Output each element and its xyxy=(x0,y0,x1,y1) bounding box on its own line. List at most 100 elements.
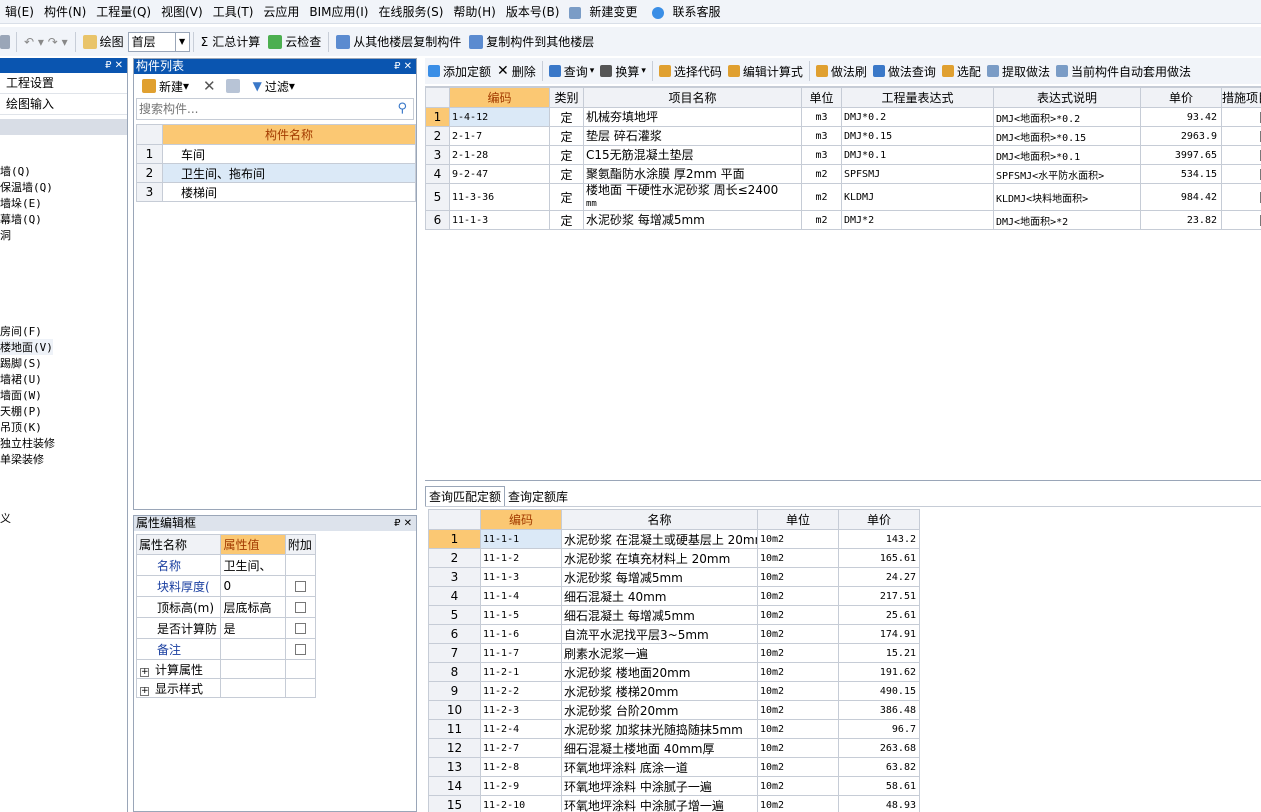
quota-expression[interactable]: KLDMJ xyxy=(841,183,994,211)
property-value[interactable]: 是 xyxy=(220,617,286,639)
method-brush-button[interactable]: 做法刷 xyxy=(813,63,870,80)
menu-item[interactable]: 版本号(B) xyxy=(501,3,565,20)
tree-item[interactable]: 保温墙(Q) xyxy=(0,179,53,195)
checkbox[interactable] xyxy=(294,623,306,634)
tree-item[interactable]: 天棚(P) xyxy=(0,403,42,419)
match-row[interactable]: 8 11-2-1 水泥砂浆 楼地面20mm 10m2 191.62 xyxy=(428,662,920,682)
menu-item[interactable]: 新建变更 xyxy=(564,3,647,20)
save-icon[interactable] xyxy=(0,34,10,49)
match-code[interactable]: 11-1-4 xyxy=(480,586,562,606)
cloud-check-button[interactable]: 云检查 xyxy=(264,33,325,50)
component-row[interactable]: 3 楼梯间 xyxy=(136,182,416,202)
match-code[interactable]: 11-1-7 xyxy=(480,643,562,663)
match-code[interactable]: 11-2-4 xyxy=(480,719,562,739)
match-name[interactable]: 细石混凝土 每增减5mm xyxy=(561,605,758,625)
match-name[interactable]: 细石混凝土楼地面 40mm厚 xyxy=(561,738,758,758)
property-value[interactable] xyxy=(220,638,286,660)
property-value[interactable]: 卫生间、 xyxy=(220,554,286,576)
quota-expression[interactable]: DMJ*0.15 xyxy=(841,126,994,146)
match-code[interactable]: 11-2-7 xyxy=(480,738,562,758)
property-row[interactable]: 顶标高(m) 层底标高 xyxy=(135,596,317,618)
menu-item[interactable]: 工具(T) xyxy=(208,3,259,20)
property-row[interactable]: 块料厚度(0 xyxy=(135,575,317,597)
match-code[interactable]: 11-2-2 xyxy=(480,681,562,701)
match-code[interactable]: 11-2-1 xyxy=(480,662,562,682)
match-row[interactable]: 2 11-1-2 水泥砂浆 在填充材料上 20mm 10m2 165.61 xyxy=(428,548,920,568)
match-row[interactable]: 10 11-2-3 水泥砂浆 台阶20mm 10m2 386.48 xyxy=(428,700,920,720)
expand-icon[interactable]: + xyxy=(140,686,149,696)
tree-item[interactable]: 墙(Q) xyxy=(0,163,31,179)
tree-item[interactable]: 墙面(W) xyxy=(0,387,42,403)
new-component-button[interactable]: 新建 ▾ xyxy=(138,78,193,95)
match-name[interactable]: 环氧地坪涂料 底涂一道 xyxy=(561,757,758,777)
tree-item[interactable]: 幕墙(Q) xyxy=(0,211,42,227)
quota-code[interactable]: 11-3-36 xyxy=(449,183,550,211)
match-name[interactable]: 细石混凝土 40mm xyxy=(561,586,758,606)
pin-close-icon[interactable]: ₽ ✕ xyxy=(394,59,412,74)
quota-expression[interactable]: DMJ*2 xyxy=(841,210,994,230)
match-name[interactable]: 环氧地坪涂料 中涂腻子一遍 xyxy=(561,776,758,796)
match-code[interactable]: 11-1-1 xyxy=(480,529,562,549)
component-search-input[interactable] xyxy=(137,99,377,119)
match-code[interactable]: 11-1-2 xyxy=(480,548,562,568)
convert-button[interactable]: 换算 ▾ xyxy=(597,63,649,80)
expand-icon[interactable]: + xyxy=(140,667,149,677)
tree-item[interactable]: 踢脚(S) xyxy=(0,355,42,371)
match-code[interactable]: 11-2-3 xyxy=(480,700,562,720)
match-row[interactable]: 12 11-2-7 细石混凝土楼地面 40mm厚 10m2 263.68 xyxy=(428,738,920,758)
auto-apply-button[interactable]: 当前构件自动套用做法 xyxy=(1053,63,1194,80)
floor-select[interactable]: 首层 ▼ xyxy=(127,31,190,52)
checkbox[interactable] xyxy=(294,602,306,613)
add-quota-button[interactable]: 添加定额 xyxy=(425,63,494,80)
quota-row[interactable]: 5 11-3-36 定楼地面 干硬性水泥砂浆 周长≤2400 mm m2 KLDMJ KLD… xyxy=(425,183,1261,211)
tree-item[interactable]: 洞 xyxy=(0,227,11,243)
match-name[interactable]: 水泥砂浆 加浆抹光随捣随抹5mm xyxy=(561,719,758,739)
match-name[interactable]: 水泥砂浆 楼梯20mm xyxy=(561,681,758,701)
delete-quota-button[interactable]: ✕ 删除 xyxy=(494,63,539,80)
select-code-button[interactable]: 选择代码 xyxy=(656,63,725,80)
menu-item[interactable]: BIM应用(I) xyxy=(304,3,373,20)
quota-code[interactable]: 9-2-47 xyxy=(449,164,550,184)
tree-item[interactable]: 义 xyxy=(0,510,11,526)
left-nav-item[interactable]: 工程设置 xyxy=(0,73,127,94)
menu-item[interactable]: 在线服务(S) xyxy=(373,3,448,20)
match-name[interactable]: 水泥砂浆 台阶20mm xyxy=(561,700,758,720)
tree-item[interactable]: 墙垛(E) xyxy=(0,195,42,211)
match-row[interactable]: 7 11-1-7 刷素水泥浆一遍 10m2 15.21 xyxy=(428,643,920,663)
property-row[interactable]: 是否计算防是 xyxy=(135,617,317,639)
property-value[interactable]: 0 xyxy=(220,575,286,597)
draw-button[interactable]: 绘图 xyxy=(79,33,128,50)
quota-row[interactable]: 1 1-4-12 定机械夯填地坪 m3 DMJ*0.2 DMJ<地面积>*0.2 93.42 xyxy=(425,107,1261,127)
match-code[interactable]: 11-2-8 xyxy=(480,757,562,777)
component-row[interactable]: 2 卫生间、拖布间 xyxy=(136,163,416,183)
copy-from-floor-button[interactable]: 从其他楼层复制构件 xyxy=(332,33,465,50)
copy-to-floor-button[interactable]: 复制构件到其他楼层 xyxy=(465,33,598,50)
tree-item[interactable]: 房间(F) xyxy=(0,323,42,339)
left-nav-item[interactable]: 绘图输入 xyxy=(0,94,127,115)
menu-item[interactable]: 工程量(Q) xyxy=(91,3,156,20)
extract-method-button[interactable]: 提取做法 xyxy=(984,63,1053,80)
menu-item[interactable]: 帮助(H) xyxy=(448,3,500,20)
menu-item[interactable]: 构件(N) xyxy=(39,3,91,20)
match-row[interactable]: 4 11-1-4 细石混凝土 40mm 10m2 217.51 xyxy=(428,586,920,606)
menu-item[interactable]: 联系客服 xyxy=(647,3,730,20)
quota-expression[interactable]: DMJ*0.1 xyxy=(841,145,994,165)
quota-expression[interactable]: DMJ*0.2 xyxy=(841,107,994,127)
property-group[interactable]: + 计算属性 xyxy=(135,659,317,679)
match-code[interactable]: 11-2-10 xyxy=(480,795,562,812)
quota-name[interactable]: 垫层 碎石灌浆 xyxy=(583,126,802,146)
quota-code[interactable]: 2-1-7 xyxy=(449,126,550,146)
pin-close-icon[interactable]: ₽ ✕ xyxy=(105,58,123,73)
component-row[interactable]: 1 车间 xyxy=(136,144,416,164)
quota-row[interactable]: 3 2-1-28 定 C15无筋混凝土垫层 m3 DMJ*0.1 DMJ<地面积>*0.1 3… xyxy=(425,145,1261,165)
match-row[interactable]: 6 11-1-6 自流平水泥找平层3~5mm 10m2 174.91 xyxy=(428,624,920,644)
tab-match-quota[interactable]: 查询匹配定额 xyxy=(425,486,506,506)
match-code[interactable]: 11-1-5 xyxy=(480,605,562,625)
quota-row[interactable]: 4 9-2-47 定聚氨酯防水涂膜 厚2mm 平面 m2 SPFSMJ SPFSMJ<水平… xyxy=(425,164,1261,184)
delete-icon[interactable]: ✕ xyxy=(199,77,220,95)
property-row[interactable]: 名称 卫生间、 xyxy=(135,554,317,576)
quota-code[interactable]: 1-4-12 xyxy=(449,107,550,127)
menu-item[interactable]: 云应用 xyxy=(258,3,304,20)
property-group[interactable]: + 显示样式 xyxy=(135,678,317,698)
match-row[interactable]: 13 11-2-8 环氧地坪涂料 底涂一道 10m2 63.82 xyxy=(428,757,920,777)
